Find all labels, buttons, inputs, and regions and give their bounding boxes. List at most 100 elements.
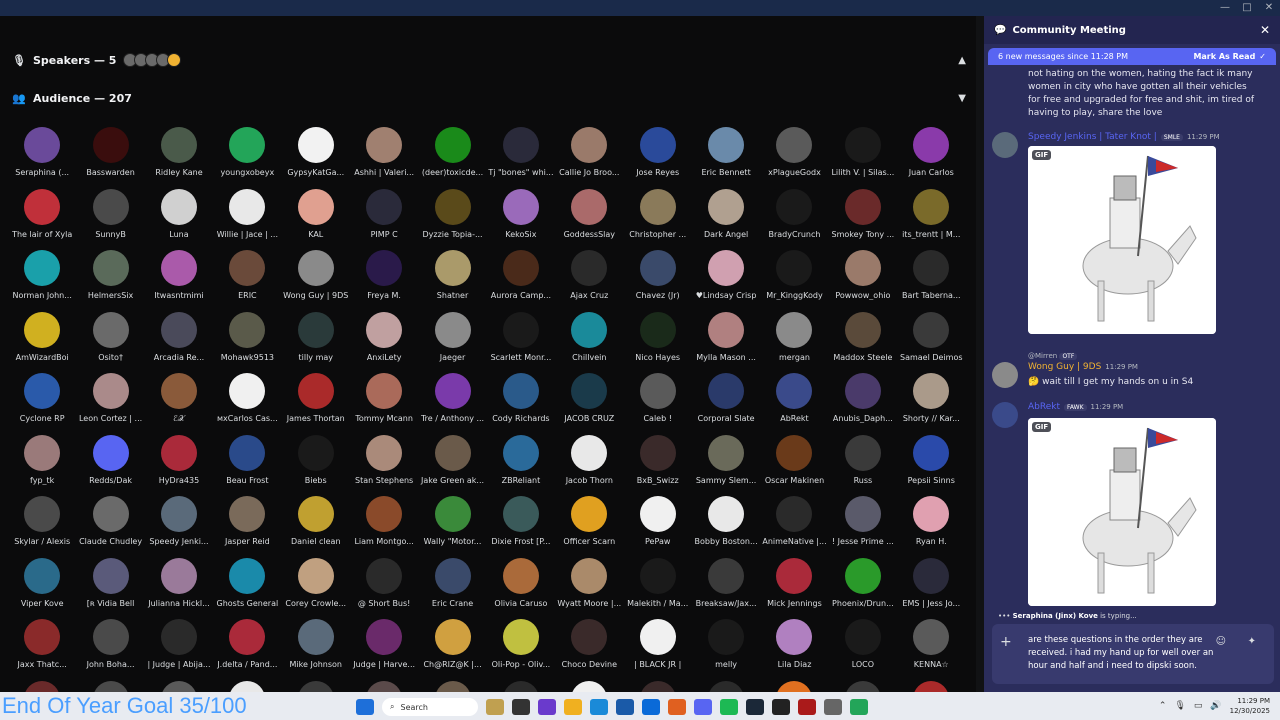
audience-member[interactable]: Mohawk9513 <box>213 309 281 371</box>
avatar[interactable] <box>776 434 813 471</box>
audience-member[interactable]: Biebs <box>282 432 350 494</box>
avatar[interactable] <box>502 496 539 532</box>
avatar[interactable] <box>24 496 61 532</box>
audience-member[interactable]: Sammy Slem... <box>692 432 760 494</box>
audience-member[interactable]: Tre / Anthony ... <box>418 370 486 432</box>
audience-member[interactable]: Jaxx Thatc... <box>8 616 76 678</box>
audience-member[interactable]: xPlagueGodx <box>760 124 828 186</box>
audience-member[interactable]: ℰ𝒳 <box>145 370 213 432</box>
avatar[interactable] <box>229 434 266 471</box>
apps-icon[interactable]: ✦ <box>1248 636 1256 647</box>
audience-member[interactable]: Ridley Kane <box>145 124 213 186</box>
avatar[interactable] <box>776 188 813 225</box>
microphone-icon[interactable]: 🎙 <box>1174 701 1185 711</box>
audience-member[interactable]: Aurora Camp... <box>487 247 555 309</box>
avatar[interactable] <box>24 619 61 655</box>
avatar[interactable] <box>366 250 403 286</box>
audience-member[interactable]: Cyclone RP <box>8 370 76 432</box>
audience-member[interactable]: Eric Bennett <box>692 124 760 186</box>
avatar[interactable] <box>844 619 881 655</box>
avatar[interactable] <box>160 434 197 471</box>
audience-member[interactable] <box>8 678 76 692</box>
audience-member[interactable]: @ Short Bus! <box>350 555 418 617</box>
avatar[interactable] <box>708 680 745 692</box>
audience-member[interactable]: JACOB CRUZ <box>555 370 623 432</box>
audience-member[interactable] <box>145 678 213 692</box>
audience-member[interactable]: Mr_KinggKody <box>760 247 828 309</box>
audience-member[interactable]: Redds/Dak <box>76 432 144 494</box>
audience-member[interactable]: Arcadia Re... <box>145 309 213 371</box>
audience-member[interactable]: Ryan H. <box>897 493 965 555</box>
avatar[interactable] <box>913 496 950 532</box>
avatar[interactable] <box>92 496 129 532</box>
audience-member[interactable]: (deer)toxicde... <box>418 124 486 186</box>
avatar[interactable] <box>160 188 197 225</box>
audience-member[interactable]: Shatner <box>418 247 486 309</box>
avatar[interactable] <box>24 188 61 225</box>
audience-member[interactable]: Phoenix/Drun... <box>829 555 897 617</box>
audience-member[interactable]: Corey Crowle... <box>282 555 350 617</box>
avatar[interactable] <box>297 619 334 655</box>
avatar[interactable] <box>639 496 676 532</box>
avatar[interactable] <box>92 188 129 225</box>
audience-member[interactable]: Ghosts General <box>213 555 281 617</box>
clock[interactable]: 11:29 PM 12/30/2025 <box>1230 696 1270 716</box>
avatar[interactable] <box>366 619 403 655</box>
audience-member[interactable]: Dixie Frost [P... <box>487 493 555 555</box>
avatar[interactable] <box>571 250 608 286</box>
audience-member[interactable]: Juan Carlos <box>897 124 965 186</box>
avatar[interactable] <box>708 311 745 348</box>
audience-member[interactable]: Corporal Slate <box>692 370 760 432</box>
avatar[interactable] <box>160 557 197 594</box>
avatar[interactable] <box>639 557 676 594</box>
audience-member[interactable]: melly <box>692 616 760 678</box>
avatar[interactable] <box>24 311 61 348</box>
audience-member[interactable]: HelmersSix <box>76 247 144 309</box>
audience-member[interactable]: Lilith V. | Silas... <box>829 124 897 186</box>
avatar[interactable] <box>708 557 745 594</box>
message-author[interactable]: Wong Guy | 9DS <box>1028 362 1101 372</box>
avatar[interactable] <box>160 250 197 286</box>
avatar[interactable] <box>434 373 471 409</box>
audience-member[interactable]: mergan <box>760 309 828 371</box>
avatar[interactable] <box>229 557 266 594</box>
audience-member[interactable]: Jaeger <box>418 309 486 371</box>
audience-member[interactable]: LOCO <box>829 616 897 678</box>
avatar[interactable] <box>160 373 197 409</box>
taskbar-search[interactable]: ⌕ Search <box>382 698 478 716</box>
avatar[interactable] <box>434 188 471 225</box>
audience-member[interactable]: Speedy Jenki... <box>145 493 213 555</box>
avatar[interactable] <box>297 434 334 471</box>
audience-member[interactable]: EMS | Jess Jo... <box>897 555 965 617</box>
avatar[interactable] <box>434 250 471 286</box>
avatar[interactable] <box>434 311 471 348</box>
audience-member[interactable]: Scarlett Monr... <box>487 309 555 371</box>
audience-member[interactable]: Wyatt Moore |... <box>555 555 623 617</box>
speakers-header[interactable]: 🎙 Speakers — 5 ▲ <box>0 45 976 75</box>
audience-member[interactable]: Jasper Reid <box>213 493 281 555</box>
avatar[interactable] <box>92 250 129 286</box>
audience-member[interactable]: ERIC <box>213 247 281 309</box>
avatar[interactable] <box>639 311 676 348</box>
audience-member[interactable]: J.delta / Pand... <box>213 616 281 678</box>
avatar[interactable] <box>297 127 334 163</box>
avatar[interactable] <box>571 619 608 655</box>
audience-member[interactable]: KENNA☆ <box>897 616 965 678</box>
audience-member[interactable]: Jake Green ak... <box>418 432 486 494</box>
avatar[interactable] <box>639 250 676 286</box>
avatar[interactable] <box>297 188 334 225</box>
audience-member[interactable]: Osito† <box>76 309 144 371</box>
audience-member[interactable]: HyDra435 <box>145 432 213 494</box>
message-composer[interactable]: + are these questions in the order they … <box>992 624 1274 684</box>
avatar[interactable] <box>776 250 813 286</box>
audience-member[interactable] <box>760 678 828 692</box>
audience-member[interactable]: Chillvein <box>555 309 623 371</box>
avatar[interactable] <box>571 557 608 594</box>
avatar[interactable] <box>229 373 266 409</box>
audience-member[interactable]: Caleb ! <box>624 370 692 432</box>
audience-member[interactable] <box>897 678 965 692</box>
chevron-up-icon[interactable]: ▲ <box>958 55 966 66</box>
audience-member[interactable]: BxB_Swizz <box>624 432 692 494</box>
avatar[interactable] <box>992 402 1018 428</box>
copilot-icon[interactable] <box>538 699 556 715</box>
